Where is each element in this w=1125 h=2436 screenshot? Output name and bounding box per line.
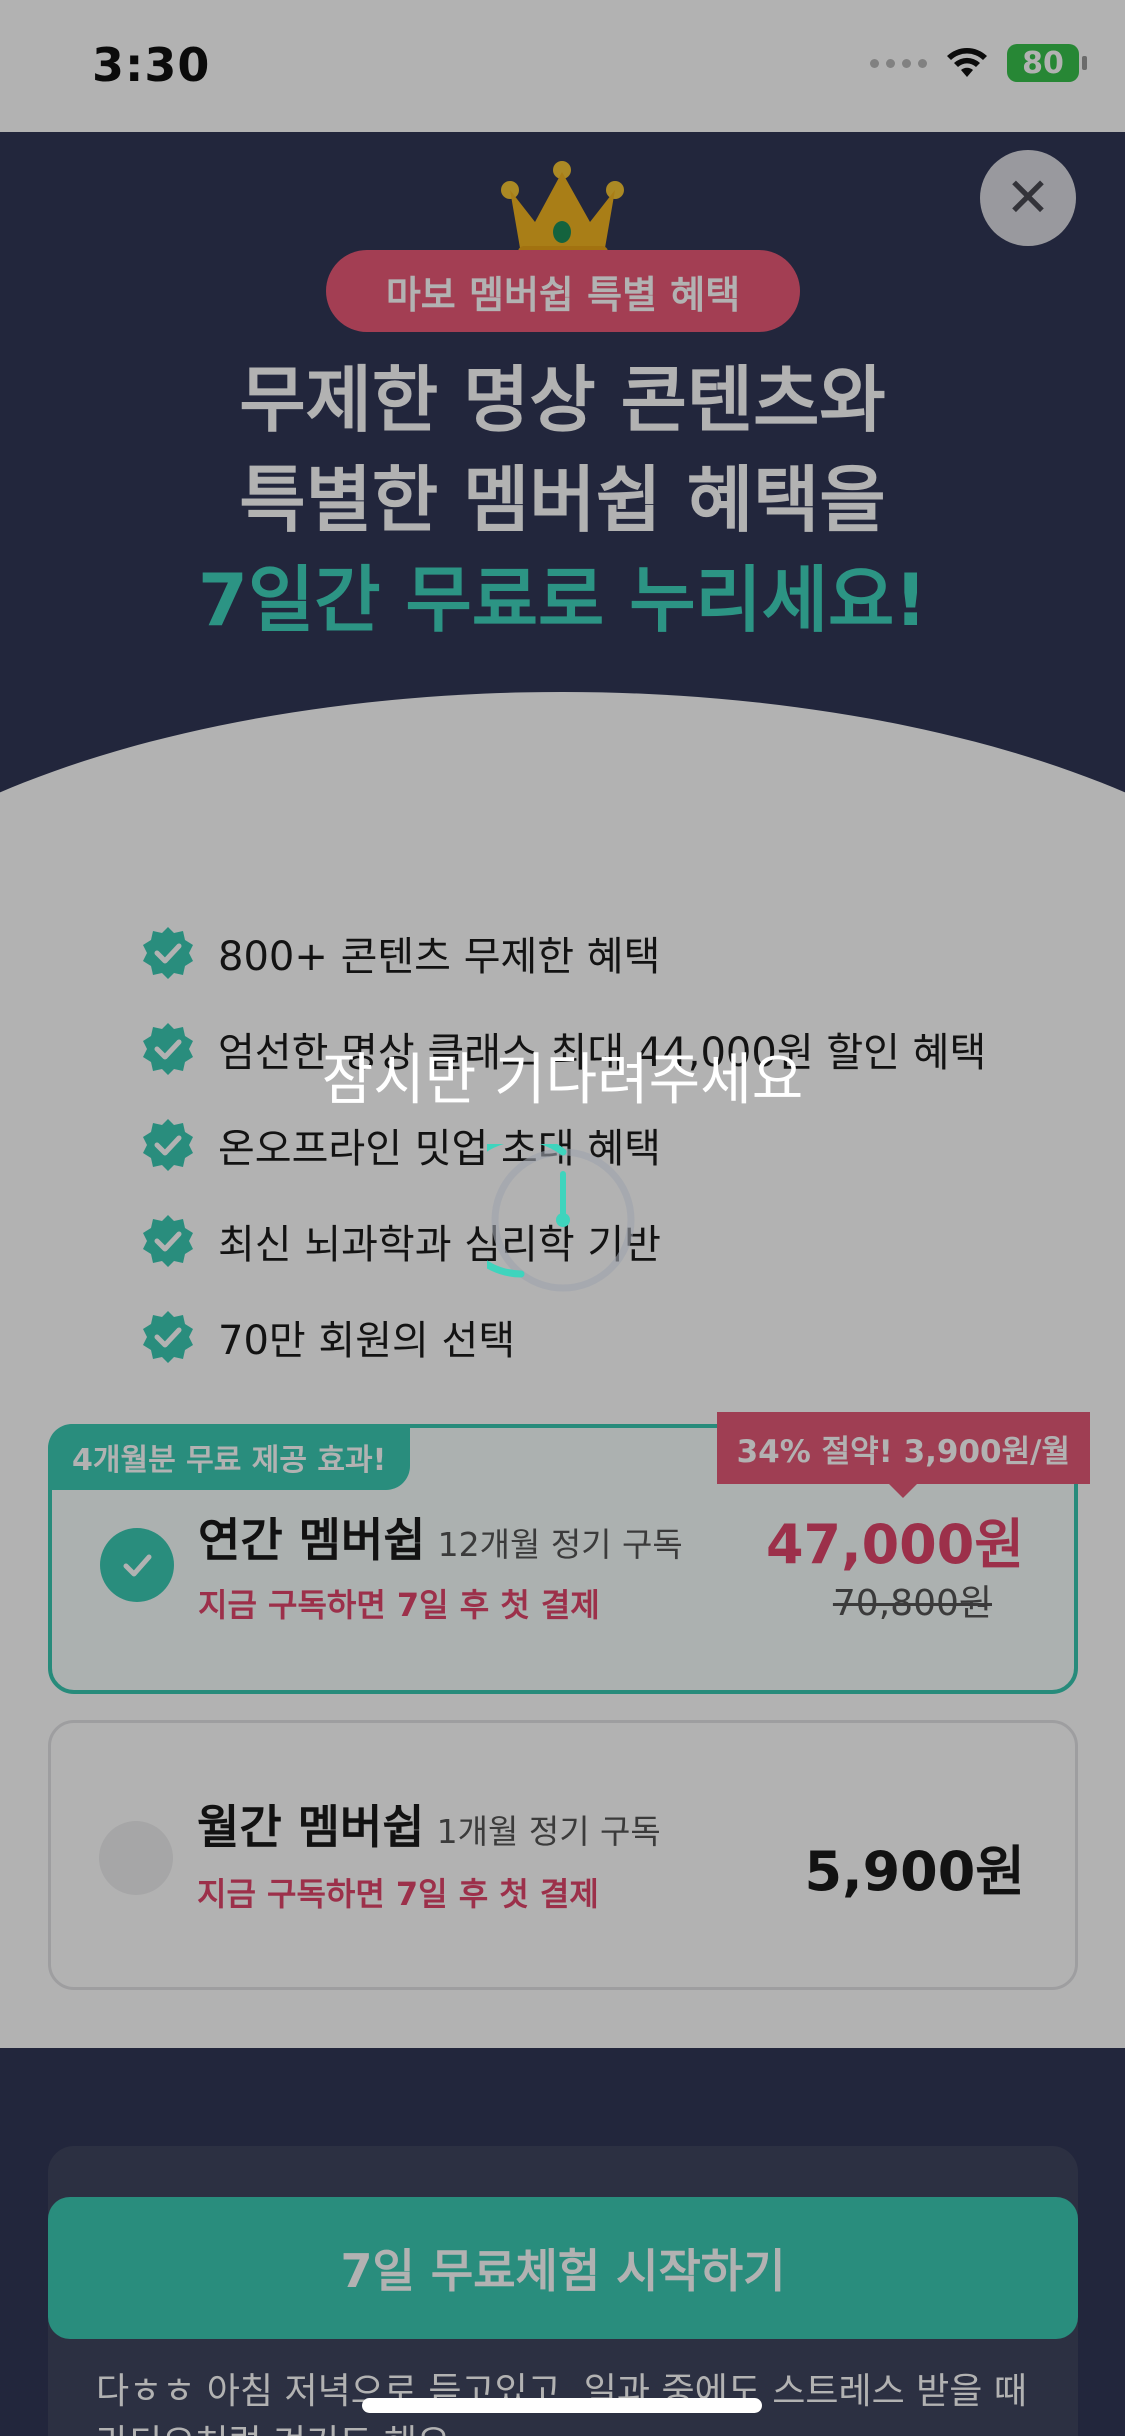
spinner-icon — [487, 1144, 635, 1292]
home-indicator — [362, 2398, 762, 2413]
loading-message: 잠시만 기다려주세요 — [321, 1048, 804, 1113]
